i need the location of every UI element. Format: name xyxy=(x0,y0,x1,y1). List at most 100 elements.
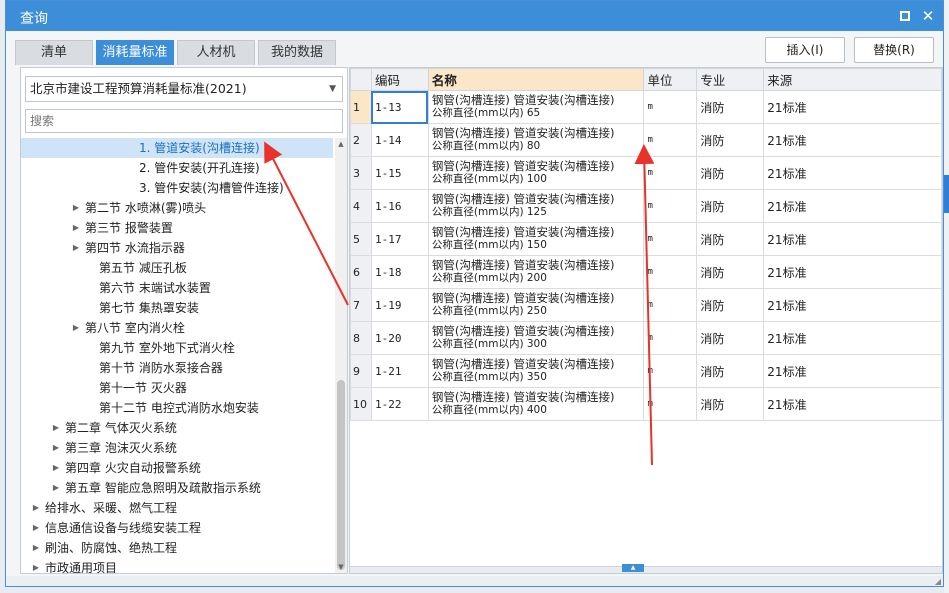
insert-button[interactable]: 插入(I) xyxy=(765,37,845,63)
cell-name[interactable]: 钢管(沟槽连接) 管道安装(沟槽连接) 公称直径(mm以内) 65 xyxy=(427,90,645,124)
title-bar[interactable]: 查询 ✕ xyxy=(6,1,943,31)
cell-major[interactable]: 消防 xyxy=(696,156,765,190)
cell-code[interactable]: 1-19 xyxy=(370,288,429,322)
cell-name[interactable]: 钢管(沟槽连接) 管道安装(沟槽连接) 公称直径(mm以内) 150 xyxy=(427,222,645,256)
cell-code[interactable]: 1-20 xyxy=(370,321,429,355)
cell-unit[interactable]: m xyxy=(643,288,698,322)
row-number[interactable]: 3 xyxy=(350,156,372,190)
cell-unit[interactable]: m xyxy=(643,354,698,388)
col-header-major[interactable]: 专业 xyxy=(696,68,765,91)
cell-name[interactable]: 钢管(沟槽连接) 管道安装(沟槽连接) 公称直径(mm以内) 125 xyxy=(427,189,645,223)
cell-major[interactable]: 消防 xyxy=(696,354,765,388)
tree-item[interactable]: ▶ 第四章 火灾自动报警系统 xyxy=(21,458,333,478)
row-number[interactable]: 5 xyxy=(350,222,372,256)
table-row[interactable]: 10 1-22 钢管(沟槽连接) 管道安装(沟槽连接) 公称直径(mm以内) 400 m… xyxy=(350,387,942,421)
cell-major[interactable]: 消防 xyxy=(696,255,765,289)
cell-name[interactable]: 钢管(沟槽连接) 管道安装(沟槽连接) 公称直径(mm以内) 80 xyxy=(427,123,645,157)
cell-name[interactable]: 钢管(沟槽连接) 管道安装(沟槽连接) 公称直径(mm以内) 300 xyxy=(427,321,645,355)
cell-name[interactable]: 钢管(沟槽连接) 管道安装(沟槽连接) 公称直径(mm以内) 250 xyxy=(427,288,645,322)
col-header-code[interactable]: 编码 xyxy=(370,68,429,91)
expand-arrow-icon[interactable]: ▶ xyxy=(71,238,81,258)
expand-arrow-icon[interactable]: ▶ xyxy=(51,458,61,478)
tree-item[interactable]: 3. 管件安装(沟槽管件连接) xyxy=(21,178,333,198)
standard-select[interactable]: 北京市建设工程预算消耗量标准(2021) ▼ xyxy=(25,76,343,102)
tree-item[interactable]: ▶ 第二节 水喷淋(雾)喷头 xyxy=(21,198,333,218)
resize-grip-icon[interactable]: ◢ xyxy=(935,577,941,586)
cell-code[interactable]: 1-22 xyxy=(370,387,429,421)
cell-unit[interactable]: m xyxy=(643,189,698,223)
table-row[interactable]: 9 1-21 钢管(沟槽连接) 管道安装(沟槽连接) 公称直径(mm以内) 350 m 消… xyxy=(350,354,942,388)
cell-code[interactable]: 1-16 xyxy=(370,189,429,223)
cell-major[interactable]: 消防 xyxy=(696,222,765,256)
expand-arrow-icon[interactable]: ▶ xyxy=(71,218,81,238)
expand-arrow-icon[interactable]: ▶ xyxy=(31,538,41,558)
cell-unit[interactable]: m xyxy=(643,222,698,256)
tree-item[interactable]: ▶ 信息通信设备与线缆安装工程 xyxy=(21,518,333,538)
cell-unit[interactable]: m xyxy=(643,90,698,124)
cell-major[interactable]: 消防 xyxy=(696,288,765,322)
table-row[interactable]: 1 1-13 钢管(沟槽连接) 管道安装(沟槽连接) 公称直径(mm以内) 65 m 消防… xyxy=(350,90,942,124)
cell-name[interactable]: 钢管(沟槽连接) 管道安装(沟槽连接) 公称直径(mm以内) 350 xyxy=(427,354,645,388)
row-number[interactable]: 10 xyxy=(350,387,372,421)
col-header-unit[interactable]: 单位 xyxy=(643,68,698,91)
row-number[interactable]: 1 xyxy=(350,90,372,124)
scroll-down-icon[interactable]: ▼ xyxy=(335,563,347,571)
cell-code[interactable]: 1-21 xyxy=(370,354,429,388)
table-row[interactable]: 6 1-18 钢管(沟槽连接) 管道安装(沟槽连接) 公称直径(mm以内) 200 m 消… xyxy=(350,255,942,289)
expand-arrow-icon[interactable]: ▶ xyxy=(51,478,61,498)
tree-item[interactable]: 1. 管道安装(沟槽连接) xyxy=(21,138,333,158)
expand-arrow-icon[interactable]: ▶ xyxy=(71,198,81,218)
tree-item[interactable]: 第六节 末端试水装置 xyxy=(21,278,333,298)
row-number[interactable]: 2 xyxy=(350,123,372,157)
tree-item[interactable]: 2. 管件安装(开孔连接) xyxy=(21,158,333,178)
tree-item[interactable]: ▶ 给排水、采暖、燃气工程 xyxy=(21,498,333,518)
tree-item[interactable]: ▶ 市政通用项目 xyxy=(21,558,333,573)
tab-my-data[interactable]: 我的数据 xyxy=(258,40,336,65)
cell-code[interactable]: 1-17 xyxy=(370,222,429,256)
cell-code[interactable]: 1-13 xyxy=(370,90,429,124)
tree-item[interactable]: 第十一节 灭火器 xyxy=(21,378,333,398)
table-row[interactable]: 4 1-16 钢管(沟槽连接) 管道安装(沟槽连接) 公称直径(mm以内) 125 m 消… xyxy=(350,189,942,223)
scroll-up-icon[interactable]: ▲ xyxy=(335,140,347,148)
scrollbar-thumb[interactable] xyxy=(337,380,345,570)
col-header-name[interactable]: 名称 xyxy=(427,68,645,91)
cell-source[interactable]: 21标准 xyxy=(763,387,942,421)
tree-scrollbar[interactable]: ▲ ▼ xyxy=(335,138,347,573)
cell-source[interactable]: 21标准 xyxy=(763,222,942,256)
cell-source[interactable]: 21标准 xyxy=(763,90,942,124)
cell-name[interactable]: 钢管(沟槽连接) 管道安装(沟槽连接) 公称直径(mm以内) 400 xyxy=(427,387,645,421)
table-row[interactable]: 7 1-19 钢管(沟槽连接) 管道安装(沟槽连接) 公称直径(mm以内) 250 m 消… xyxy=(350,288,942,322)
tree-item[interactable]: 第七节 集热罩安装 xyxy=(21,298,333,318)
cell-unit[interactable]: m xyxy=(643,255,698,289)
expand-arrow-icon[interactable]: ▶ xyxy=(51,418,61,438)
tab-bill[interactable]: 清单 xyxy=(15,40,93,65)
tab-labor-material-machine[interactable]: 人材机 xyxy=(177,40,255,65)
table-row[interactable]: 2 1-14 钢管(沟槽连接) 管道安装(沟槽连接) 公称直径(mm以内) 80 m 消防… xyxy=(350,123,942,157)
tree-item[interactable]: 第十节 消防水泵接合器 xyxy=(21,358,333,378)
cell-code[interactable]: 1-14 xyxy=(370,123,429,157)
replace-button[interactable]: 替换(R) xyxy=(854,37,934,63)
cell-source[interactable]: 21标准 xyxy=(763,354,942,388)
cell-major[interactable]: 消防 xyxy=(696,90,765,124)
expand-arrow-icon[interactable]: ▶ xyxy=(51,438,61,458)
tree-item[interactable]: 第九节 室外地下式消火栓 xyxy=(21,338,333,358)
tree-item[interactable]: ▶ 刷油、防腐蚀、绝热工程 xyxy=(21,538,333,558)
row-number[interactable]: 9 xyxy=(350,354,372,388)
tree-item[interactable]: 第十二节 电控式消防水炮安装 xyxy=(21,398,333,418)
tree-item[interactable]: ▶ 第八节 室内消火栓 xyxy=(21,318,333,338)
grid-splitter[interactable]: ▲ xyxy=(350,564,942,573)
collapse-arrow-icon[interactable]: ▲ xyxy=(622,564,644,572)
expand-arrow-icon[interactable]: ▶ xyxy=(31,558,41,573)
close-icon[interactable]: ✕ xyxy=(919,7,937,25)
cell-major[interactable]: 消防 xyxy=(696,123,765,157)
table-row[interactable]: 8 1-20 钢管(沟槽连接) 管道安装(沟槽连接) 公称直径(mm以内) 300 m 消… xyxy=(350,321,942,355)
maximize-icon[interactable] xyxy=(896,7,914,25)
tree-item[interactable]: ▶ 第五章 智能应急照明及疏散指示系统 xyxy=(21,478,333,498)
cell-unit[interactable]: m xyxy=(643,387,698,421)
tree-item[interactable]: ▶ 第三章 泡沫灭火系统 xyxy=(21,438,333,458)
cell-source[interactable]: 21标准 xyxy=(763,255,942,289)
cell-source[interactable]: 21标准 xyxy=(763,156,942,190)
expand-arrow-icon[interactable]: ▶ xyxy=(71,318,81,338)
tree-item[interactable]: ▶ 第二章 气体灭火系统 xyxy=(21,418,333,438)
cell-name[interactable]: 钢管(沟槽连接) 管道安装(沟槽连接) 公称直径(mm以内) 200 xyxy=(427,255,645,289)
